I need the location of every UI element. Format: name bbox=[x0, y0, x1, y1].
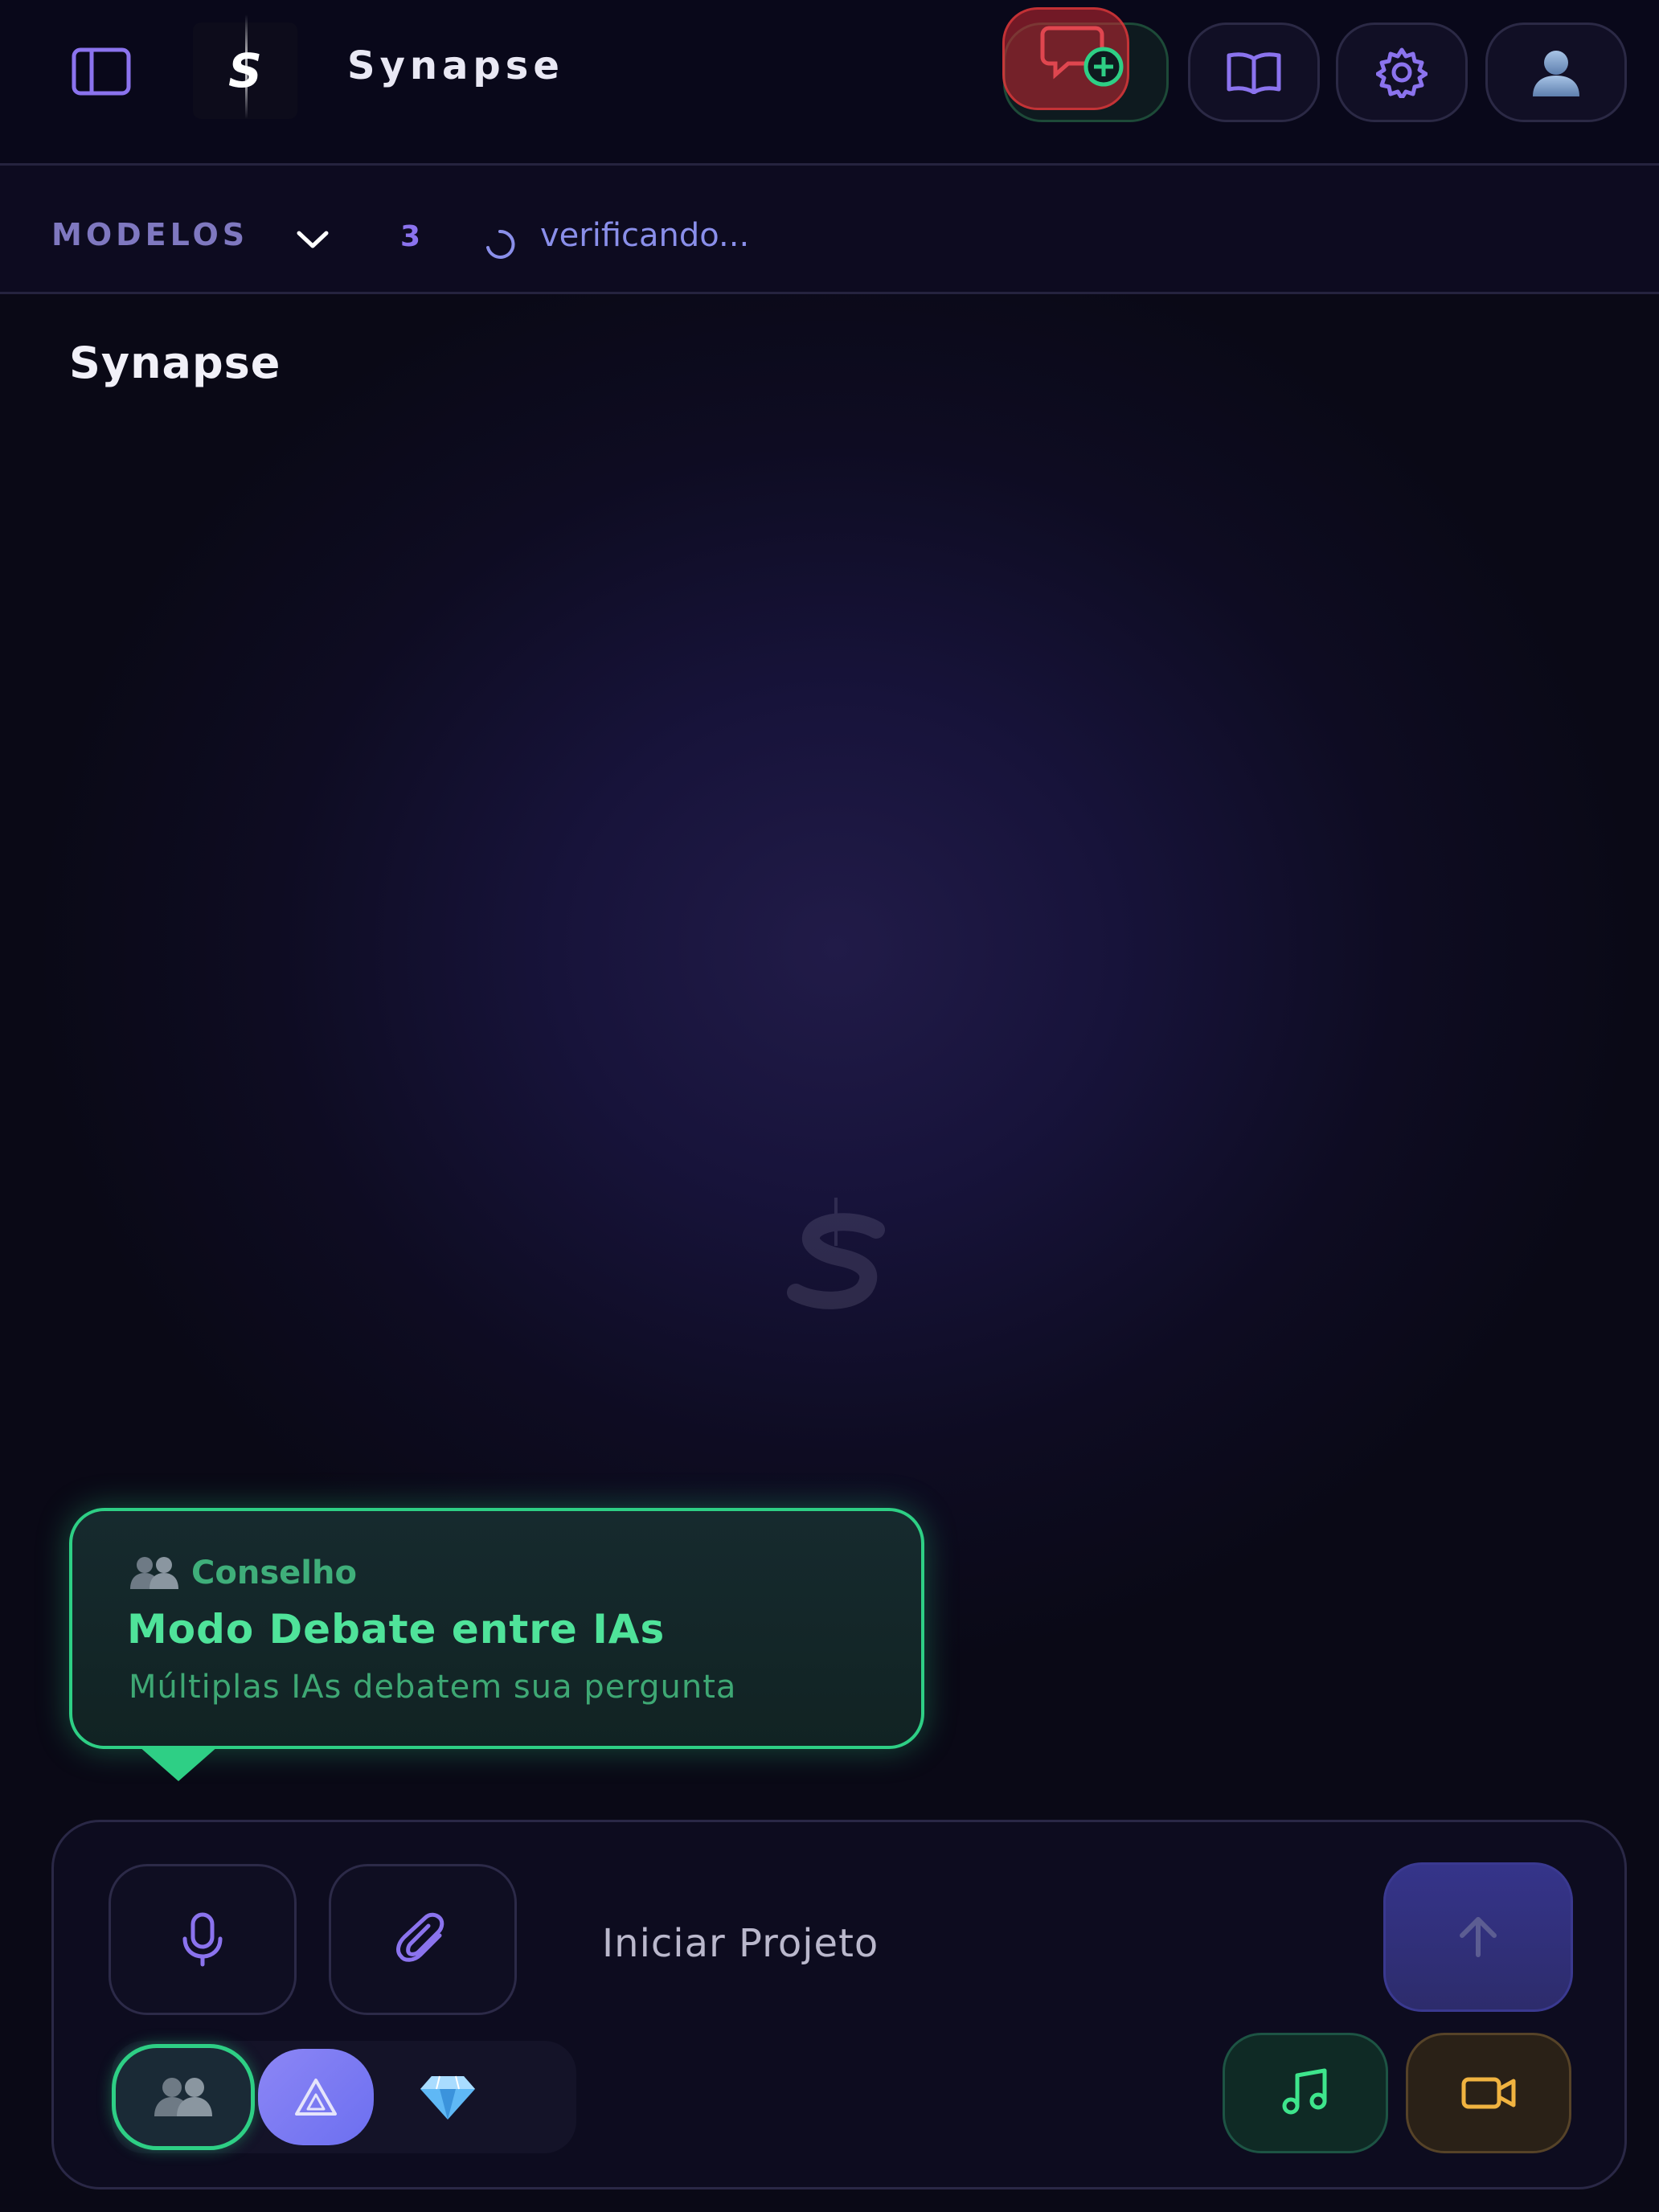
video-mode-button[interactable] bbox=[1406, 2033, 1571, 2153]
gear-icon bbox=[1376, 47, 1428, 98]
mode-three-button[interactable] bbox=[388, 2049, 507, 2145]
tooltip-pointer bbox=[138, 1746, 219, 1781]
tooltip-tag-label: Conselho bbox=[191, 1555, 357, 1591]
microphone-icon bbox=[182, 1912, 223, 1967]
spinner-icon bbox=[486, 229, 515, 259]
arrow-up-icon bbox=[1460, 1917, 1497, 1957]
models-count-badge: 3 bbox=[400, 220, 421, 253]
chevron-down-icon[interactable] bbox=[293, 223, 333, 256]
people-icon bbox=[130, 1557, 178, 1589]
new-chat-button[interactable] bbox=[1002, 7, 1169, 122]
message-composer bbox=[51, 1820, 1627, 2189]
video-camera-icon bbox=[1461, 2077, 1516, 2109]
tooltip-description: Múltiplas IAs debatem sua pergunta bbox=[129, 1669, 737, 1706]
music-note-icon bbox=[1282, 2068, 1327, 2115]
models-bar: MODELOS 3 verificando... bbox=[0, 166, 1659, 294]
logo-watermark-icon bbox=[787, 1198, 885, 1309]
message-input[interactable] bbox=[600, 1899, 1324, 1988]
logo-glyph: S bbox=[228, 14, 262, 119]
sidebar-toggle-button[interactable] bbox=[64, 40, 138, 103]
sidebar-toggle-icon bbox=[72, 47, 131, 96]
library-button[interactable] bbox=[1188, 23, 1320, 122]
people-icon bbox=[154, 2078, 212, 2116]
profile-button[interactable] bbox=[1485, 23, 1627, 122]
models-label[interactable]: MODELOS bbox=[51, 217, 248, 252]
settings-button[interactable] bbox=[1336, 23, 1468, 122]
models-status-text: verificando... bbox=[540, 217, 750, 254]
send-button[interactable] bbox=[1383, 1862, 1573, 2012]
gem-icon bbox=[420, 2075, 475, 2120]
tooltip-title: Modo Debate entre IAs bbox=[127, 1606, 666, 1653]
debate-mode-button[interactable] bbox=[112, 2044, 255, 2150]
page-title: Synapse bbox=[69, 338, 281, 388]
app-title: Synapse bbox=[347, 43, 564, 88]
mode-two-button[interactable] bbox=[258, 2049, 374, 2145]
triangle-icon bbox=[295, 2079, 337, 2116]
top-header: S Synapse bbox=[0, 0, 1659, 166]
attach-file-button[interactable] bbox=[329, 1864, 517, 2015]
app-logo: S bbox=[193, 14, 297, 119]
book-open-icon bbox=[1227, 52, 1281, 94]
chat-plus-icon bbox=[1040, 26, 1124, 87]
debate-mode-tooltip: Conselho Modo Debate entre IAs Múltiplas… bbox=[69, 1508, 924, 1749]
paperclip-icon bbox=[396, 1912, 444, 1962]
music-mode-button[interactable] bbox=[1223, 2033, 1388, 2153]
microphone-button[interactable] bbox=[109, 1864, 297, 2015]
app-root: S Synapse MODELOS 3 verificando... Synap… bbox=[0, 0, 1659, 2212]
tooltip-tag: Conselho bbox=[129, 1555, 357, 1591]
user-icon bbox=[1533, 51, 1579, 96]
